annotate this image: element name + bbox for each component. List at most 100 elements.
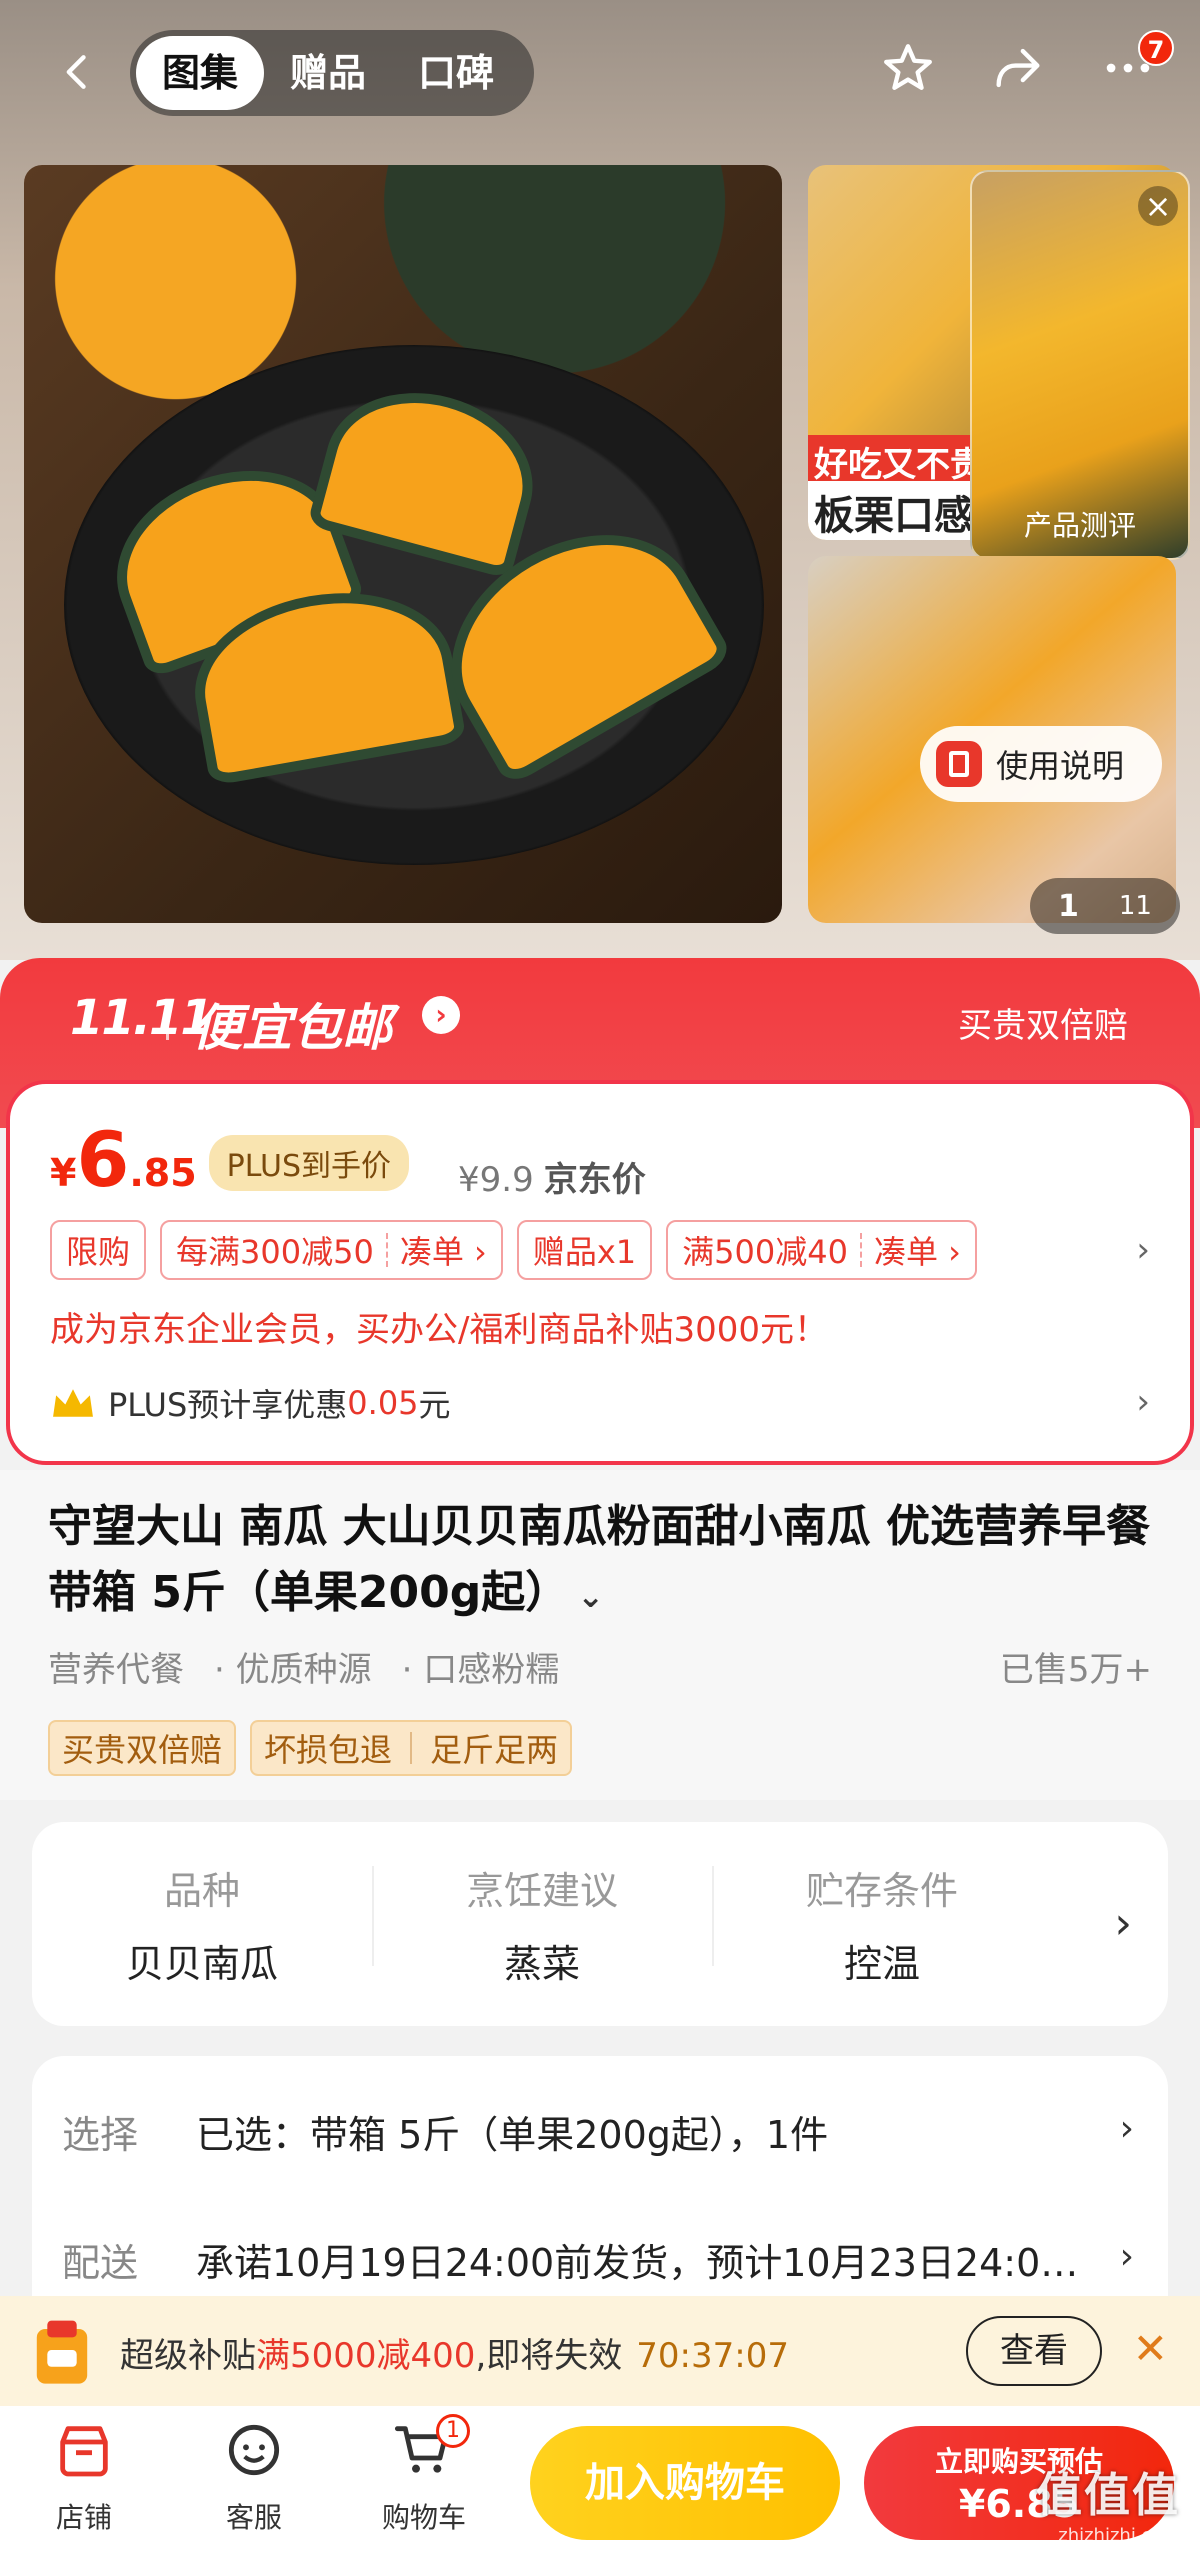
back-button[interactable] — [48, 42, 108, 102]
feature-item: · 口感粉糯 — [401, 1650, 560, 1690]
cart-count-badge: 1 — [436, 2414, 470, 2448]
store-icon — [60, 2426, 108, 2477]
tab-gifts[interactable]: 赠品 — [264, 36, 392, 110]
main-product-photo[interactable] — [24, 165, 782, 923]
subsidy-suffix: ,即将失效 — [475, 2336, 623, 2376]
more-button[interactable]: 7 — [1096, 30, 1174, 100]
top-bar: 图集 赠品 口碑 7 — [0, 0, 1200, 150]
spec-value: 控温 — [843, 1942, 920, 1986]
watermark: 值值值 zhizhizhi.com — [1036, 2459, 1180, 2546]
selection-card: 选择 已选：带箱 5斤（单果200g起），1件 › 配送 承诺10月19日24:… — [32, 2056, 1168, 2336]
spec-key: 烹饪建议 — [465, 1869, 618, 1913]
nav-customer-service[interactable]: 客服 — [194, 2418, 314, 2536]
spec-key: 品种 — [163, 1869, 240, 1913]
price-decimal: .85 — [129, 1151, 197, 1195]
spec-value: 蒸菜 — [503, 1942, 580, 1986]
star-icon — [884, 44, 932, 90]
discount-tag-500[interactable]: 满500减40 凑单 › — [666, 1220, 977, 1280]
product-title[interactable]: 守望大山 南瓜 大山贝贝南瓜粉面甜小南瓜 优选营养早餐 带箱 5斤（单果200g… — [48, 1494, 1158, 1629]
feature-item: · 优质种源 — [214, 1650, 372, 1690]
price-card: ¥ 6 .85 PLUS到手价 ¥9.9 京东价 限购 每满300减50 凑单 ›… — [6, 1080, 1194, 1465]
tag-divider — [385, 1233, 388, 1267]
purchase-limit-tag[interactable]: 限购 — [50, 1220, 147, 1280]
coupon-bag-icon — [36, 2320, 88, 2384]
discount-tag-300[interactable]: 每满300减50 凑单 › — [160, 1220, 503, 1280]
chevron-down-icon[interactable]: ⌄ — [577, 1577, 604, 1615]
tab-gallery[interactable]: 图集 — [136, 36, 265, 110]
tag-action[interactable]: 凑单 › — [400, 1227, 487, 1273]
subsidy-bar: 超级补贴满5000减400,即将失效 70:37:07 查看 ✕ — [0, 2296, 1200, 2406]
nav-cart[interactable]: 1 购物车 — [364, 2414, 484, 2536]
service-tag-label: 买贵双倍赔 — [62, 1731, 223, 1769]
currency-symbol: ¥ — [50, 1151, 77, 1195]
product-info: 守望大山 南瓜 大山贝贝南瓜粉面甜小南瓜 优选营养早餐 带箱 5斤（单果200g… — [0, 1470, 1200, 1800]
crown-icon — [53, 1389, 93, 1417]
sold-count: 已售5万+ — [999, 1650, 1152, 1690]
double11-logo: 11.11 — [70, 990, 214, 1046]
chevron-right-icon[interactable]: › — [1120, 2236, 1134, 2277]
watermark-url: zhizhizhi.com — [1058, 2525, 1180, 2546]
watermark-text: 值值值 — [1036, 2468, 1180, 2522]
plus-price-tag: PLUS到手价 — [208, 1135, 409, 1191]
favorite-button[interactable] — [876, 36, 940, 100]
spec-value: 贝贝南瓜 — [125, 1942, 278, 1986]
price-integer: 6 — [76, 1115, 130, 1204]
tag-label: 每满300减50 — [176, 1233, 374, 1271]
nav-label: 店铺 — [55, 2501, 112, 2534]
counter-current: 1 — [1058, 888, 1079, 924]
service-tag-label: 足斤足两 — [430, 1731, 559, 1769]
share-button[interactable] — [986, 36, 1050, 100]
banner-slogan: 便宜包邮 — [192, 999, 392, 1057]
nav-store[interactable]: 店铺 — [24, 2418, 144, 2536]
select-key: 选择 — [62, 2113, 139, 2157]
service-tag-group[interactable]: 坏损包退 足斤足两 — [250, 1720, 573, 1776]
banner-divider — [166, 1000, 169, 1040]
tag-divider — [410, 1732, 413, 1764]
service-tag-label: 坏损包退 — [264, 1731, 393, 1769]
spec-variety: 品种 贝贝南瓜 — [32, 1860, 372, 1988]
chevron-right-icon[interactable]: › — [1136, 1382, 1150, 1422]
usage-label: 使用说明 — [996, 747, 1125, 785]
nav-label: 购物车 — [381, 2501, 466, 2534]
spec-cooking: 烹饪建议 蒸菜 — [372, 1860, 712, 1988]
share-icon — [996, 48, 1040, 88]
delivery-row[interactable]: 配送 承诺10月19日24:00前发货，预计10月23日24:00前送达 — [62, 2232, 1086, 2287]
subsidy-text: 超级补贴满5000减400,即将失效 70:37:07 — [120, 2328, 789, 2377]
subsidy-prefix: 超级补贴 — [120, 2336, 256, 2376]
add-to-cart-button[interactable]: 加入购物车 — [530, 2426, 840, 2540]
service-icon — [228, 2424, 280, 2476]
usage-guide-button[interactable]: 使用说明 — [920, 726, 1162, 802]
close-icon[interactable]: × — [1138, 186, 1178, 226]
plus-discount-row[interactable]: PLUS预计享优惠 0.05 元 — [50, 1380, 451, 1426]
feature-item: 营养代餐 — [48, 1650, 184, 1690]
service-tags: 买贵双倍赔 坏损包退 足斤足两 — [48, 1720, 573, 1776]
jd-price: ¥9.9 京东价 — [458, 1152, 646, 1201]
plus-discount-prefix: PLUS预计享优惠 — [108, 1386, 348, 1424]
gift-tag[interactable]: 赠品x1 — [516, 1220, 653, 1280]
subsidy-countdown: 70:37:07 — [636, 2336, 789, 2376]
spec-card[interactable]: 品种 贝贝南瓜 烹饪建议 蒸菜 贮存条件 控温 › — [32, 1822, 1168, 2026]
image-gallery[interactable]: 好吃又不贵 板栗口感 × 产品测评 使用说明 1 11 图集 赠品 口碑 7 — [0, 0, 1200, 960]
tag-action[interactable]: 凑单 › — [874, 1227, 961, 1273]
bottom-action-bar: 店铺 客服 1 购物车 加入购物车 立即购买预估 ¥6.85 值值值 zhizh… — [0, 2406, 1200, 2552]
chevron-right-icon[interactable]: › — [1136, 1230, 1150, 1270]
chevron-right-icon[interactable]: › — [1114, 1898, 1132, 1949]
price-row: ¥ 6 .85 PLUS到手价 — [50, 1122, 409, 1201]
close-icon[interactable]: ✕ — [1133, 2324, 1168, 2373]
nav-label: 客服 — [225, 2501, 282, 2534]
tab-reviews[interactable]: 口碑 — [392, 36, 520, 110]
enterprise-member-promo[interactable]: 成为京东企业会员，买办公/福利商品补贴3000元！ — [50, 1302, 828, 1351]
review-label: 产品测评 — [1023, 509, 1136, 542]
jd-price-value: ¥9.9 — [458, 1160, 534, 1200]
chevron-right-icon[interactable]: › — [1120, 2108, 1134, 2149]
select-value: 已选：带箱 5斤（单果200g起），1件 — [196, 2113, 829, 2157]
jd-price-label: 京东价 — [543, 1160, 646, 1200]
service-tag[interactable]: 买贵双倍赔 — [48, 1720, 237, 1776]
tag-label: 赠品x1 — [532, 1233, 637, 1271]
tag-divider — [859, 1233, 862, 1267]
review-video-card[interactable]: × 产品测评 — [970, 170, 1190, 560]
spec-storage: 贮存条件 控温 — [712, 1860, 1052, 1988]
delivery-key: 配送 — [62, 2241, 139, 2285]
view-subsidy-button[interactable]: 查看 — [966, 2316, 1102, 2386]
select-row[interactable]: 选择 已选：带箱 5斤（单果200g起），1件 — [62, 2104, 1086, 2159]
